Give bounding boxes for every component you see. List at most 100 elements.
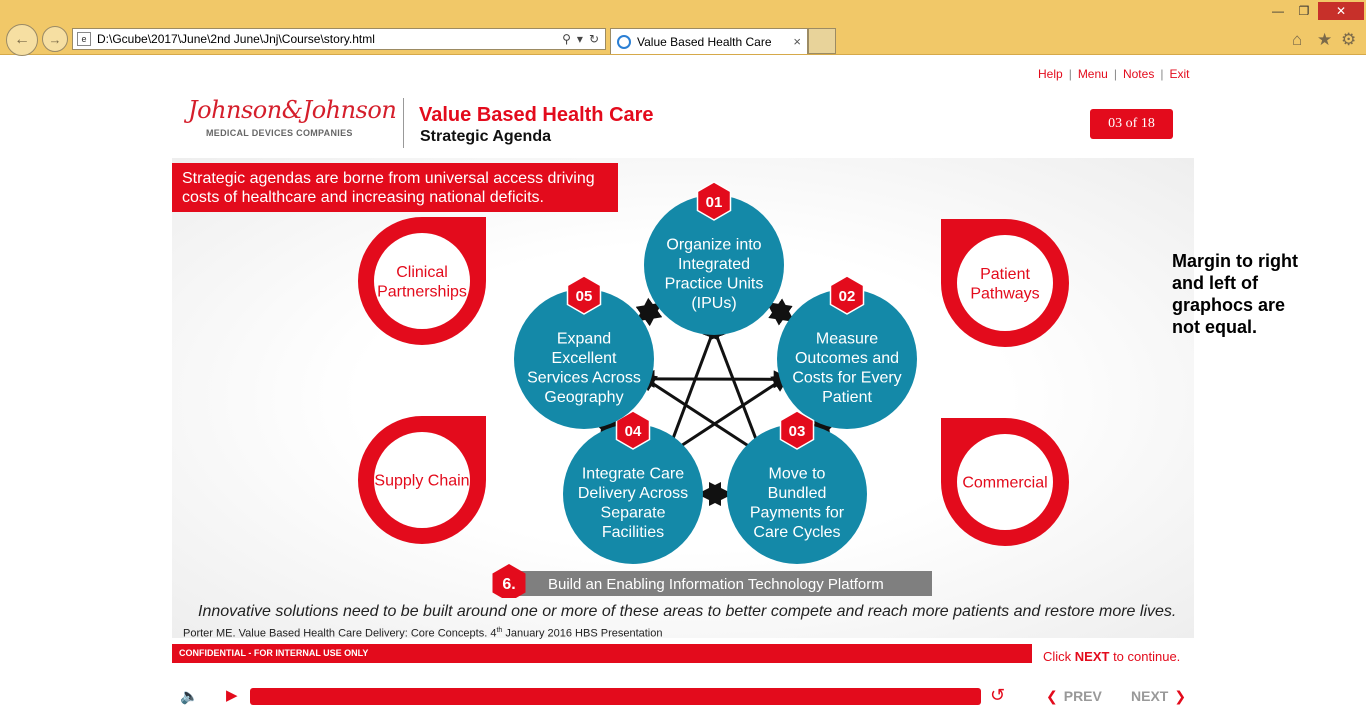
- agenda-label: Services Across: [527, 369, 641, 386]
- citation-date: January 2016 HBS Presentation: [502, 627, 663, 640]
- side-topic-label: Pathways: [970, 285, 1039, 302]
- platform-label: Build an Enabling Information Technology…: [548, 576, 884, 593]
- agenda-label: Delivery Across: [578, 485, 688, 502]
- agenda-label: Costs for Every: [792, 369, 901, 386]
- agenda-item-05[interactable]: Expand Excellent Services Across Geography 0…: [514, 275, 654, 429]
- agenda-number: 05: [576, 288, 593, 305]
- agenda-item-01[interactable]: Organize into Integrated Practice Units (IP…: [644, 181, 784, 335]
- window-close-icon[interactable]: ✕: [1318, 2, 1364, 20]
- cross-arrow: [661, 320, 720, 464]
- agenda-item-04[interactable]: Integrate Care Delivery Across Separate Fac…: [563, 410, 703, 564]
- back-arrow-icon[interactable]: ←: [6, 24, 38, 56]
- browser-toolbar: ← → e D:\Gcube\2017\June\2nd June\Jnj\Co…: [0, 0, 1366, 56]
- citation-text: Porter ME. Value Based Health Care Deliv…: [183, 627, 497, 640]
- agenda-label: Separate: [601, 504, 666, 521]
- agenda-item-02[interactable]: Measure Outcomes and Costs for Every Patien…: [777, 275, 917, 429]
- course-top-nav: Help | Menu | Notes | Exit: [1038, 67, 1190, 81]
- side-topic-inner: [957, 235, 1053, 331]
- page-counter: 03 of 18: [1090, 109, 1173, 139]
- citation: Porter ME. Value Based Health Care Deliv…: [183, 627, 663, 640]
- agenda-label: Practice Units: [665, 275, 764, 292]
- cross-arrow: [708, 320, 768, 464]
- side-topic-top-right[interactable]: Patient Pathways: [941, 219, 1069, 347]
- strategic-agenda-diagram: ClinicalPartnershipsSupply ChainPatientP…: [358, 181, 1069, 598]
- restore-icon[interactable]: ❐: [1292, 2, 1316, 20]
- agenda-label: Expand: [557, 330, 611, 347]
- side-topic-bottom-left[interactable]: Supply Chain: [358, 416, 486, 544]
- new-tab-button[interactable]: [808, 28, 836, 54]
- favorites-star-icon[interactable]: ★: [1317, 30, 1332, 50]
- refresh-icon[interactable]: ↻: [589, 32, 599, 46]
- agenda-number: 02: [839, 288, 856, 305]
- slide-title: Strategic Agenda: [420, 128, 551, 145]
- side-topic-top-left[interactable]: Clinical Partnerships: [358, 217, 486, 345]
- footer-quote: Innovative solutions need to be built ar…: [198, 603, 1177, 620]
- prev-button[interactable]: ❮ PREV: [1046, 688, 1102, 705]
- platform-banner[interactable]: 6. Build an Enabling Information Technolo…: [492, 564, 933, 598]
- agenda-number: 01: [706, 194, 723, 211]
- agenda-label: Move to: [769, 465, 826, 482]
- company-logo: Johnson&Johnson MEDICAL DEVICES COMPANIE…: [188, 96, 397, 138]
- header-divider: [403, 98, 404, 148]
- address-url[interactable]: D:\Gcube\2017\June\2nd June\Jnj\Course\s…: [97, 32, 562, 46]
- help-link[interactable]: Help: [1038, 67, 1063, 81]
- play-icon[interactable]: ▶: [226, 686, 238, 704]
- page-file-icon: e: [77, 32, 91, 46]
- agenda-label: Measure: [816, 330, 878, 347]
- chevron-left-icon: ❮: [1046, 688, 1058, 704]
- forward-arrow-icon[interactable]: →: [42, 26, 68, 52]
- ring-arrow: [635, 297, 663, 327]
- review-note: Margin to right and left of graphocs are…: [1172, 251, 1298, 337]
- agenda-item-03[interactable]: Move to Bundled Payments for Care Cycles 03: [727, 410, 867, 564]
- menu-link[interactable]: Menu: [1078, 67, 1108, 81]
- search-icon[interactable]: ⚲: [562, 32, 571, 46]
- ie-logo-icon: [617, 34, 631, 49]
- agenda-label: Excellent: [552, 350, 617, 367]
- dropdown-chevron-icon[interactable]: ▾: [577, 32, 583, 46]
- side-topic-label: Partnerships: [377, 283, 467, 300]
- logo-script: Johnson&Johnson: [188, 96, 397, 124]
- home-icon[interactable]: ⌂: [1292, 30, 1302, 50]
- minimize-icon[interactable]: —: [1266, 2, 1290, 20]
- replay-icon[interactable]: ↺: [990, 685, 1005, 706]
- agenda-label: (IPUs): [691, 295, 736, 312]
- agenda-label: Patient: [822, 389, 872, 406]
- course-title: Value Based Health Care: [419, 104, 654, 126]
- settings-gear-icon[interactable]: ⚙: [1341, 30, 1356, 50]
- chevron-right-icon: ❯: [1174, 688, 1187, 704]
- agenda-label: Facilities: [602, 524, 664, 541]
- platform-number: 6.: [502, 576, 515, 593]
- exit-link[interactable]: Exit: [1169, 67, 1189, 81]
- side-topic-label: Patient: [980, 266, 1030, 283]
- confidential-bar: CONFIDENTIAL - FOR INTERNAL USE ONLY: [172, 644, 1032, 663]
- seek-bar-fill: [250, 688, 981, 705]
- agenda-label: Integrated: [678, 256, 750, 273]
- agenda-label: Bundled: [768, 485, 827, 502]
- tab-close-icon[interactable]: ×: [793, 34, 801, 49]
- side-topic-label: Supply Chain: [374, 473, 469, 490]
- address-bar[interactable]: e D:\Gcube\2017\June\2nd June\Jnj\Course…: [72, 28, 606, 50]
- side-topic-label: Commercial: [962, 475, 1047, 492]
- side-topic-inner: [374, 233, 470, 329]
- browser-tab[interactable]: Value Based Health Care ×: [610, 28, 808, 54]
- side-topic-label: Clinical: [396, 264, 448, 281]
- logo-subtitle: MEDICAL DEVICES COMPANIES: [206, 128, 353, 138]
- player-controls: 🔈 ▶ ↺ ❮ PREV NEXT ❯: [0, 680, 1366, 720]
- agenda-number: 03: [789, 423, 806, 440]
- continue-hint: Click NEXT to continue.: [1043, 649, 1181, 664]
- tab-title: Value Based Health Care: [637, 34, 772, 49]
- next-button[interactable]: NEXT ❯: [1131, 688, 1186, 705]
- agenda-label: Care Cycles: [753, 524, 840, 541]
- agenda-label: Geography: [544, 389, 623, 406]
- agenda-label: Payments for: [750, 504, 845, 521]
- agenda-number: 04: [625, 423, 642, 440]
- notes-link[interactable]: Notes: [1123, 67, 1154, 81]
- agenda-label: Outcomes and: [795, 350, 899, 367]
- seek-bar[interactable]: [250, 688, 981, 705]
- agenda-label: Integrate Care: [582, 465, 684, 482]
- audio-speaker-icon[interactable]: 🔈: [180, 687, 199, 705]
- agenda-label: Organize into: [666, 236, 761, 253]
- side-topic-bottom-right[interactable]: Commercial: [941, 418, 1069, 546]
- continue-next-word: NEXT: [1074, 649, 1110, 664]
- ring-arrow: [766, 298, 795, 326]
